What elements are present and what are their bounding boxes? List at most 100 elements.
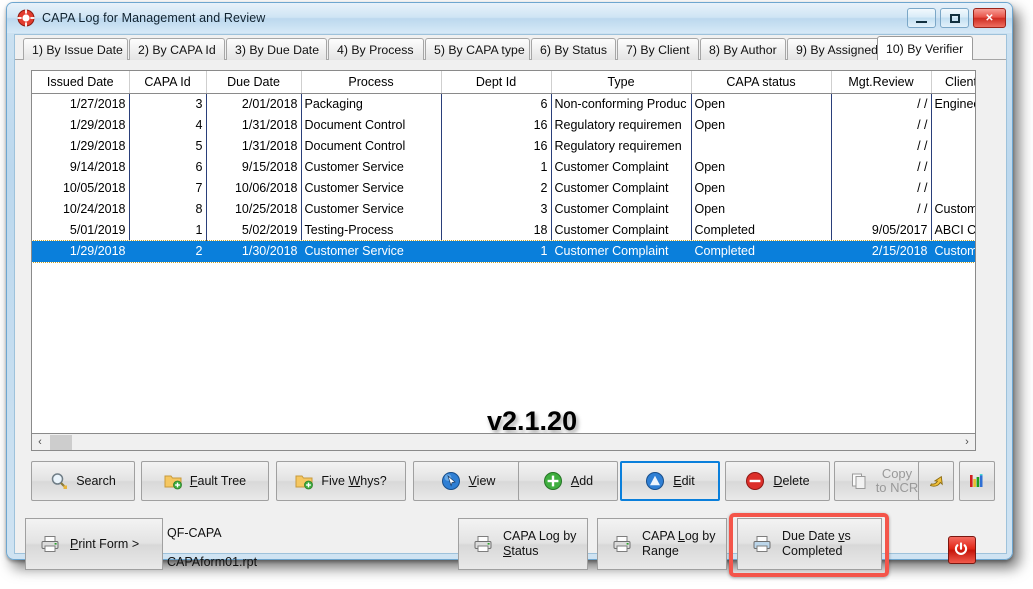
cell-process: Customer Service <box>301 177 442 199</box>
cell-mgt-review: 9/05/2017 <box>831 219 932 241</box>
tab-by-verifier[interactable]: 10) By Verifier <box>877 36 973 60</box>
tab-by-client[interactable]: 7) By Client <box>617 38 699 60</box>
tab-by-capa-type[interactable]: 5) By CAPA type <box>425 38 530 60</box>
cell-client <box>931 177 975 199</box>
cell-mgt-review: / / <box>831 135 932 157</box>
cell-client: ABCI CO <box>931 219 975 241</box>
cell-type: Customer Complaint <box>551 156 692 178</box>
cell-dept-id: 16 <box>441 135 552 157</box>
print-form-button[interactable]: Print Form > <box>25 518 163 570</box>
tab-by-capa-id[interactable]: 2) By CAPA Id <box>129 38 225 60</box>
cell-dept-id: 18 <box>441 219 552 241</box>
column-header-capa-status[interactable]: CAPA status <box>691 71 832 94</box>
table-row[interactable]: 1/29/2018 5 1/31/2018 Document Control 1… <box>32 135 975 157</box>
add-button[interactable]: Add <box>518 461 618 501</box>
view-button[interactable]: View <box>413 461 523 501</box>
cell-mgt-review: / / <box>831 93 932 115</box>
cell-process: Packaging <box>301 93 442 115</box>
cell-issued-date: 5/01/2019 <box>32 219 130 241</box>
capa-log-by-status-button[interactable]: CAPA Log by Status <box>458 518 588 570</box>
table-row[interactable]: 1/29/2018 2 1/30/2018 Customer Service 1… <box>32 239 975 263</box>
folder-add-icon <box>295 472 314 490</box>
cell-client: Enginee <box>931 93 975 115</box>
tab-by-status[interactable]: 6) By Status <box>531 38 616 60</box>
cell-dept-id: 1 <box>441 240 552 262</box>
delete-button[interactable]: Delete <box>725 461 830 501</box>
cell-issued-date: 1/27/2018 <box>32 93 130 115</box>
capa-data-grid[interactable]: Issued Date CAPA Id Due Date Process Dep… <box>31 70 976 434</box>
bar-chart-button[interactable] <box>959 461 995 501</box>
cell-type: Customer Complaint <box>551 219 692 241</box>
tab-by-process[interactable]: 4) By Process <box>328 38 424 60</box>
cell-dept-id: 3 <box>441 198 552 220</box>
yellow-arrow-button[interactable] <box>918 461 954 501</box>
grid-horizontal-scrollbar[interactable]: ‹ › <box>31 434 976 451</box>
grid-table: Issued Date CAPA Id Due Date Process Dep… <box>32 71 975 263</box>
cell-type: Regulatory requiremen <box>551 114 692 136</box>
bar-chart-icon <box>968 472 986 490</box>
power-icon <box>953 541 971 559</box>
column-header-process[interactable]: Process <box>301 71 442 94</box>
capa-log-by-range-button[interactable]: CAPA Log by Range <box>597 518 727 570</box>
search-button[interactable]: Search <box>31 461 135 501</box>
grid-header-row: Issued Date CAPA Id Due Date Process Dep… <box>32 71 975 94</box>
scroll-right-arrow-icon[interactable]: › <box>959 435 975 450</box>
cursor-globe-icon <box>441 471 461 491</box>
cell-process: Document Control <box>301 114 442 136</box>
column-header-mgt-review[interactable]: Mgt.Review <box>831 71 932 94</box>
table-row[interactable]: 10/24/2018 8 10/25/2018 Customer Service… <box>32 198 975 220</box>
table-row[interactable]: 1/29/2018 4 1/31/2018 Document Control 1… <box>32 114 975 136</box>
cell-due-date: 1/30/2018 <box>206 240 302 262</box>
scroll-left-arrow-icon[interactable]: ‹ <box>32 435 48 450</box>
cell-capa-id: 3 <box>129 93 207 115</box>
exit-button[interactable] <box>948 536 976 564</box>
scrollbar-track[interactable] <box>48 434 959 450</box>
edit-button[interactable]: Edit <box>620 461 720 501</box>
cell-client <box>931 114 975 136</box>
report-name-label: QF-CAPA <box>167 526 222 540</box>
add-button-label: Add <box>570 474 594 488</box>
column-header-type[interactable]: Type <box>551 71 692 94</box>
cell-capa-status: Open <box>691 114 832 136</box>
copy-to-ncr-button-label: Copy to NCR <box>875 466 919 495</box>
cell-dept-id: 1 <box>441 156 552 178</box>
tab-by-due-date[interactable]: 3) By Due Date <box>226 38 327 60</box>
cell-capa-id: 2 <box>129 240 207 262</box>
printer-icon <box>612 534 632 554</box>
capa-log-by-status-label: CAPA Log by Status <box>503 529 577 558</box>
cell-due-date: 1/31/2018 <box>206 114 302 136</box>
cell-type: Non-conforming Produc <box>551 93 692 115</box>
five-whys-button[interactable]: Five Whys? <box>276 461 406 501</box>
tab-by-assigned[interactable]: 9) By Assigned <box>787 38 883 60</box>
table-row[interactable]: 1/27/2018 3 2/01/2018 Packaging 6 Non-co… <box>32 93 975 115</box>
cell-capa-id: 6 <box>129 156 207 178</box>
minimize-button[interactable] <box>907 8 936 28</box>
tab-by-issue-date[interactable]: 1) By Issue Date <box>23 38 128 60</box>
cell-capa-status <box>691 135 832 157</box>
action-toolbar: Search Fault Tree Five Whys? View Add Ed… <box>31 461 995 507</box>
scrollbar-thumb[interactable] <box>50 434 72 450</box>
magnifier-icon <box>50 472 68 490</box>
yellow-arrow-icon <box>927 472 945 490</box>
blue-triangle-icon <box>645 471 665 491</box>
cell-process: Document Control <box>301 135 442 157</box>
column-header-due-date[interactable]: Due Date <box>206 71 302 94</box>
cell-capa-status: Completed <box>691 219 832 241</box>
fault-tree-button[interactable]: Fault Tree <box>141 461 269 501</box>
column-header-issued-date[interactable]: Issued Date <box>32 71 130 94</box>
column-header-capa-id[interactable]: CAPA Id <box>129 71 207 94</box>
cell-mgt-review: / / <box>831 114 932 136</box>
column-header-client[interactable]: Client <box>931 71 975 94</box>
table-row[interactable]: 9/14/2018 6 9/15/2018 Customer Service 1… <box>32 156 975 178</box>
red-minus-icon <box>745 471 765 491</box>
table-row[interactable]: 5/01/2019 1 5/02/2019 Testing-Process 18… <box>32 219 975 241</box>
table-row[interactable]: 10/05/2018 7 10/06/2018 Customer Service… <box>32 177 975 199</box>
cell-mgt-review: / / <box>831 156 932 178</box>
cell-client <box>931 135 975 157</box>
cell-client <box>931 156 975 178</box>
close-button[interactable]: ✕ <box>973 8 1006 28</box>
maximize-button[interactable] <box>940 8 969 28</box>
tab-by-author[interactable]: 8) By Author <box>700 38 786 60</box>
due-date-vs-completed-button[interactable]: Due Date vs Completed <box>737 518 882 570</box>
column-header-dept-id[interactable]: Dept Id <box>441 71 552 94</box>
